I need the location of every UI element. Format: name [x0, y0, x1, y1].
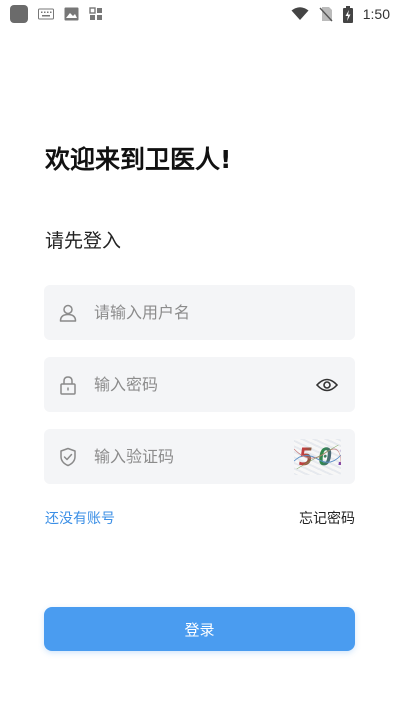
- keyboard-icon: [38, 8, 54, 20]
- username-input[interactable]: [94, 285, 355, 340]
- no-sim-icon: [319, 7, 333, 22]
- captcha-image[interactable]: 8501: [294, 438, 341, 475]
- login-button[interactable]: 登录: [44, 607, 355, 651]
- battery-charging-icon: [342, 5, 353, 23]
- eye-icon[interactable]: [315, 373, 339, 397]
- password-input[interactable]: [94, 357, 315, 412]
- app-icon: [10, 5, 28, 23]
- password-field[interactable]: [44, 357, 355, 412]
- register-link[interactable]: 还没有账号: [45, 508, 115, 528]
- shield-icon: [58, 447, 78, 467]
- status-time: 1:50: [362, 6, 390, 22]
- forgot-password-link[interactable]: 忘记密码: [299, 508, 355, 528]
- username-field[interactable]: [44, 285, 355, 340]
- login-subtitle: 请先登入: [45, 230, 122, 252]
- captcha-text: 8501: [294, 443, 341, 471]
- widgets-icon: [89, 7, 102, 20]
- status-left: [10, 5, 103, 23]
- user-icon: [58, 303, 78, 323]
- wifi-icon: [291, 7, 309, 20]
- captcha-field[interactable]: 8501: [44, 429, 355, 484]
- status-bar: 1:50: [0, 0, 400, 28]
- auth-links: 还没有账号 忘记密码: [45, 508, 355, 528]
- welcome-title: 欢迎来到卫医人!: [45, 145, 232, 174]
- lock-icon: [58, 375, 78, 395]
- captcha-input[interactable]: [94, 429, 294, 484]
- status-right: 1:50: [291, 5, 390, 23]
- image-icon: [64, 7, 79, 21]
